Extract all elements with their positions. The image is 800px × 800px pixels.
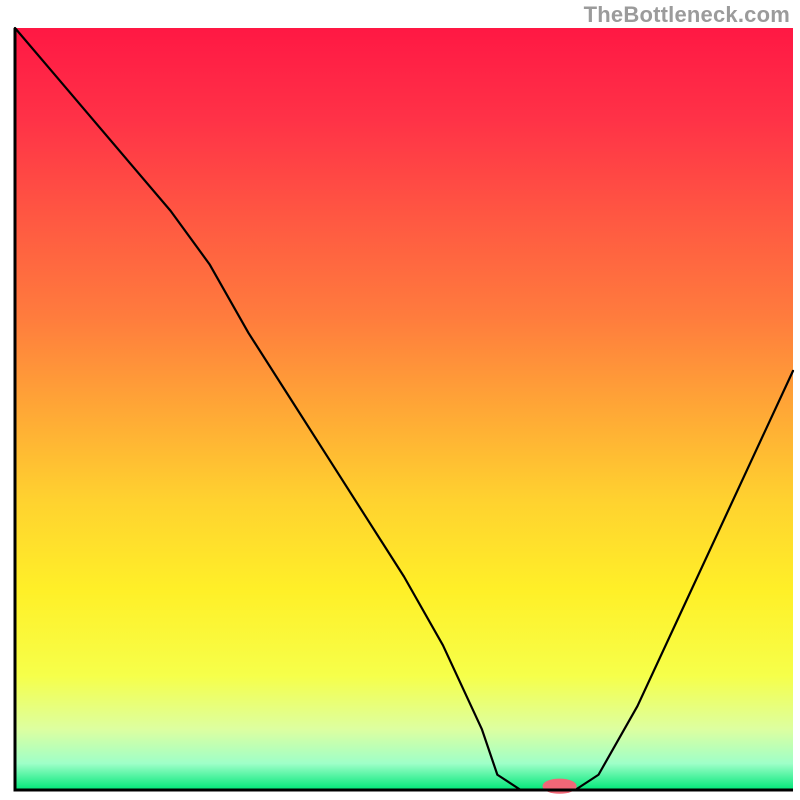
chart-container: TheBottleneck.com: [0, 0, 800, 800]
optimum-marker: [542, 779, 576, 794]
bottleneck-chart: [0, 0, 800, 800]
watermark-label: TheBottleneck.com: [584, 2, 790, 28]
plot-background: [15, 28, 793, 790]
